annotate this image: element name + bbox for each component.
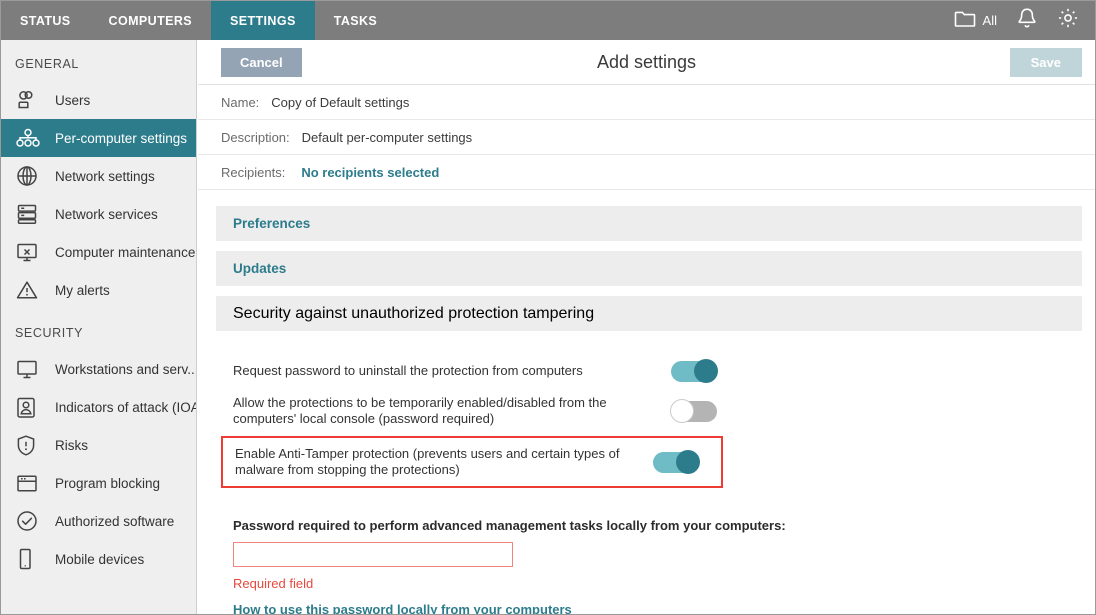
section-title: Updates (233, 261, 287, 276)
tab-settings[interactable]: SETTINGS (211, 1, 315, 40)
sidebar-group-general-title: GENERAL (15, 57, 79, 71)
name-row: Name: Copy of Default settings (198, 85, 1095, 120)
sidebar-item-label: Computer maintenance (55, 244, 196, 260)
section-security-header[interactable]: Security against unauthorized protection… (216, 296, 1082, 331)
check-circle-icon (15, 508, 45, 534)
description-value[interactable]: Default per-computer settings (302, 130, 473, 145)
name-label: Name: (221, 94, 260, 110)
sidebar-item-network-settings[interactable]: Network settings (1, 157, 196, 195)
password-error-message: Required field (233, 576, 314, 591)
password-help-link[interactable]: How to use this password locally from yo… (233, 602, 572, 614)
anti-tamper-highlight-box: Enable Anti-Tamper protection (prevents … (221, 436, 723, 488)
gear-icon (1057, 7, 1079, 34)
sidebar-item-users[interactable]: Users (1, 81, 196, 119)
main-panel: Cancel Add settings Save Name: Copy of D… (198, 40, 1095, 614)
toggle-knob (694, 359, 718, 383)
description-label: Description: (221, 129, 290, 145)
sidebar-item-authorized-software[interactable]: Authorized software (1, 502, 196, 540)
section-title: Preferences (233, 216, 311, 231)
settings-form-header: Cancel Add settings Save (198, 40, 1095, 85)
row-enable-anti-tamper: Enable Anti-Tamper protection (prevents … (223, 444, 721, 480)
sidebar-item-label: Mobile devices (55, 551, 145, 567)
sidebar: GENERAL Users Per-computer settings Netw… (1, 40, 197, 614)
cancel-button[interactable]: Cancel (221, 47, 302, 77)
recipients-label: Recipients: (221, 164, 286, 180)
nav-tabs: STATUS COMPUTERS SETTINGS TASKS (1, 1, 396, 40)
phone-icon (15, 546, 45, 572)
toggle-knob (670, 399, 694, 423)
users-icon (15, 87, 45, 113)
section-title: Security against unauthorized protection… (233, 304, 595, 322)
sidebar-item-label: Indicators of attack (IOA) (55, 399, 197, 415)
sidebar-item-program-blocking[interactable]: Program blocking (1, 464, 196, 502)
settings-button[interactable] (1057, 7, 1079, 34)
sidebar-item-network-services[interactable]: Network services (1, 195, 196, 233)
monitor-icon (15, 356, 45, 382)
toggle-enable-anti-tamper[interactable] (653, 450, 700, 474)
section-security-body: Request password to uninstall the protec… (216, 331, 1082, 614)
recipients-row: Recipients: No recipients selected (198, 155, 1095, 190)
sidebar-item-risks[interactable]: Risks (1, 426, 196, 464)
bell-icon (1017, 7, 1037, 34)
sidebar-item-label: Per-computer settings (55, 130, 188, 146)
section-security-tampering: Security against unauthorized protection… (216, 296, 1082, 614)
page-title: Add settings (596, 51, 697, 72)
window-icon (15, 470, 45, 496)
row-label: Request password to uninstall the protec… (233, 363, 583, 378)
app-window: STATUS COMPUTERS SETTINGS TASKS All GENE… (0, 0, 1096, 615)
notifications-button[interactable] (1017, 7, 1037, 34)
sidebar-item-my-alerts[interactable]: My alerts (1, 271, 196, 309)
sidebar-group-security-title: SECURITY (15, 326, 84, 340)
password-label: Password required to perform advanced ma… (233, 518, 786, 533)
section-preferences[interactable]: Preferences (216, 206, 1082, 241)
password-input[interactable] (233, 542, 513, 567)
sidebar-item-label: My alerts (55, 282, 110, 298)
globe-icon (15, 163, 45, 189)
sidebar-item-indicators-of-attack[interactable]: Indicators of attack (IOA) (1, 388, 196, 426)
sidebar-item-label: Network settings (55, 168, 155, 184)
sidebar-item-label: Authorized software (55, 513, 175, 529)
folder-filter-button[interactable]: All (954, 10, 997, 32)
sidebar-item-label: Program blocking (55, 475, 161, 491)
sidebar-item-label: Risks (55, 437, 88, 453)
sidebar-item-workstations-and-servers[interactable]: Workstations and serv... (1, 350, 196, 388)
folder-filter-label: All (982, 13, 997, 28)
monitor-x-icon (15, 239, 45, 265)
tab-tasks[interactable]: TASKS (315, 1, 396, 40)
description-row: Description: Default per-computer settin… (198, 120, 1095, 155)
toggle-allow-temporary-disable[interactable] (670, 399, 717, 423)
toggle-request-password-uninstall[interactable] (671, 359, 718, 383)
sidebar-item-mobile-devices[interactable]: Mobile devices (1, 540, 196, 578)
section-updates[interactable]: Updates (216, 251, 1082, 286)
tab-status[interactable]: STATUS (1, 1, 90, 40)
recipients-link[interactable]: No recipients selected (301, 165, 439, 180)
settings-sections: Preferences Updates Security against una… (198, 190, 1095, 614)
row-label: Allow the protections to be temporarily … (233, 395, 607, 426)
folder-icon (954, 10, 976, 32)
sidebar-item-label: Users (55, 92, 91, 108)
shield-alert-icon (15, 432, 45, 458)
save-button[interactable]: Save (1009, 47, 1082, 77)
sidebar-item-computer-maintenance[interactable]: Computer maintenance (1, 233, 196, 271)
tab-computers[interactable]: COMPUTERS (90, 1, 211, 40)
sidebar-item-label: Network services (55, 206, 158, 222)
password-section: Password required to perform advanced ma… (216, 488, 1082, 614)
sidebar-item-label: Workstations and serv... (55, 361, 197, 377)
network-nodes-icon (15, 125, 45, 151)
topbar-actions: All (954, 1, 1095, 40)
name-value[interactable]: Copy of Default settings (271, 95, 409, 110)
row-allow-temporary-disable: Allow the protections to be temporarily … (216, 393, 1082, 429)
sidebar-item-per-computer-settings[interactable]: Per-computer settings (1, 119, 196, 157)
row-request-password-uninstall: Request password to uninstall the protec… (216, 357, 1082, 385)
toggle-knob (676, 450, 700, 474)
top-navigation-bar: STATUS COMPUTERS SETTINGS TASKS All (1, 1, 1095, 40)
person-badge-icon (15, 394, 45, 420)
warning-triangle-icon (15, 277, 45, 303)
servers-icon (15, 201, 45, 227)
row-label: Enable Anti-Tamper protection (prevents … (235, 446, 620, 477)
